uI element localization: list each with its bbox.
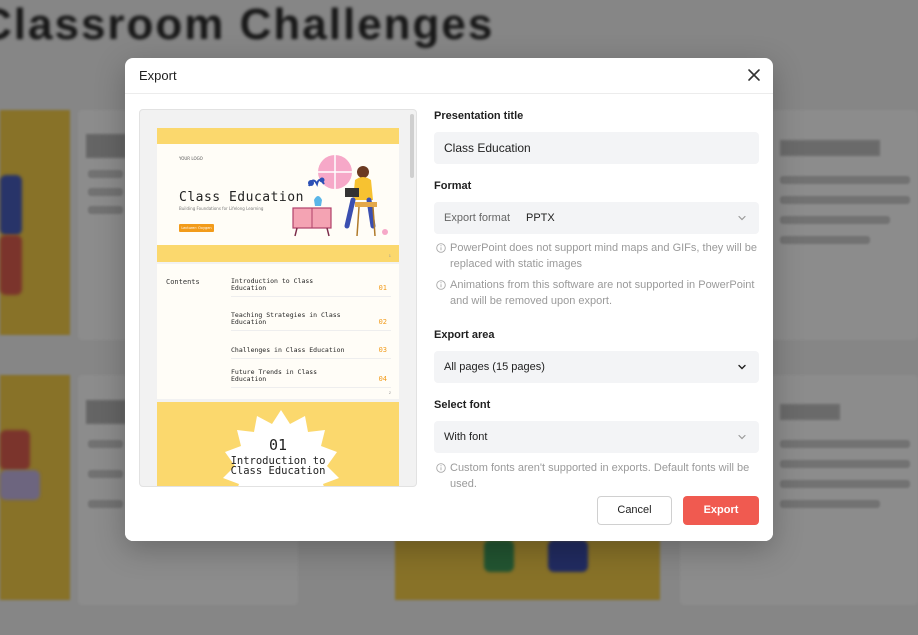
chevron-down-icon xyxy=(738,215,746,221)
slide-logo-text: YOUR LOGO xyxy=(179,156,203,161)
slide-subtitle: Building Foundations for Lifelong Learni… xyxy=(179,206,264,211)
slides-preview[interactable]: YOUR LOGO Class Education Building Found… xyxy=(139,109,417,487)
format-label: Format xyxy=(434,180,472,192)
presentation-title-value: Class Education xyxy=(444,141,531,155)
presentation-title-input[interactable]: Class Education xyxy=(434,132,759,164)
export-format-select[interactable]: Export format PPTX xyxy=(434,202,759,234)
contents-item: Introduction to Class Education 01 xyxy=(231,276,391,297)
font-warning-text: Custom fonts aren't supported in exports… xyxy=(450,462,750,490)
dialog-header: Export xyxy=(125,58,773,94)
section-number: 01 xyxy=(268,436,288,454)
slide-title: Contents xyxy=(166,278,200,286)
slide-title: Class Education xyxy=(179,190,304,205)
close-icon xyxy=(748,69,760,81)
slide-band xyxy=(157,245,399,262)
export-area-select[interactable]: All pages (15 pages) xyxy=(434,351,759,383)
contents-item-text: Teaching Strategies in Class Education xyxy=(231,311,341,326)
contents-item-number: 02 xyxy=(378,318,387,326)
dialog-footer: Cancel Export xyxy=(125,489,773,541)
close-button[interactable] xyxy=(747,68,761,82)
export-area-value: All pages (15 pages) xyxy=(444,361,545,373)
export-area-label: Export area xyxy=(434,329,495,341)
export-dialog: Export YOUR LOGO Class Education Buildin… xyxy=(125,58,773,541)
section-title-line: Class Education xyxy=(230,465,326,477)
preview-slide-contents: Contents Introduction to Class Education… xyxy=(157,264,399,399)
info-icon xyxy=(436,243,446,253)
contents-item-text: Future Trends in Class Education xyxy=(231,368,318,383)
animation-warning-note: Animations from this software are not su… xyxy=(436,277,758,309)
slide-band xyxy=(157,128,399,144)
slide-page-number: 1 xyxy=(388,253,391,258)
section-title: Introduction to Class Education xyxy=(157,456,399,477)
preview-slide-cover: YOUR LOGO Class Education Building Found… xyxy=(157,128,399,262)
preview-scrollbar[interactable] xyxy=(410,114,414,178)
cancel-button[interactable]: Cancel xyxy=(597,496,672,525)
font-select-value: With font xyxy=(444,431,488,443)
contents-item-number: 03 xyxy=(378,346,387,354)
slide-page-number: 2 xyxy=(388,390,391,395)
mindmap-warning-text: PowerPoint does not support mind maps an… xyxy=(450,242,757,270)
contents-item: Future Trends in Class Education 04 xyxy=(231,362,391,388)
info-icon xyxy=(436,463,446,473)
contents-item: Challenges in Class Education 03 xyxy=(231,334,391,359)
presentation-title-label: Presentation title xyxy=(434,110,524,122)
preview-slide-section: 01 Introduction to Class Education xyxy=(157,402,399,486)
font-warning-note: Custom fonts aren't supported in exports… xyxy=(436,460,758,492)
info-icon xyxy=(436,280,446,290)
chevron-down-icon xyxy=(738,364,746,370)
teacher-illustration xyxy=(292,155,388,237)
export-button[interactable]: Export xyxy=(683,496,759,525)
dialog-title: Export xyxy=(139,68,177,83)
chevron-down-icon xyxy=(738,434,746,440)
export-format-value: PPTX xyxy=(526,212,555,224)
font-select[interactable]: With font xyxy=(434,421,759,453)
contents-item-number: 01 xyxy=(378,284,387,292)
contents-item: Teaching Strategies in Class Education 0… xyxy=(231,300,391,331)
export-format-prefix: Export format xyxy=(444,212,511,224)
contents-item-number: 04 xyxy=(378,375,387,383)
animation-warning-text: Animations from this software are not su… xyxy=(450,279,755,307)
select-font-label: Select font xyxy=(434,399,491,411)
contents-item-text: Challenges in Class Education xyxy=(231,346,345,354)
slide-presenter-tag: Lecturer: Oxygen xyxy=(179,224,214,232)
mindmap-warning-note: PowerPoint does not support mind maps an… xyxy=(436,240,758,272)
contents-item-text: Introduction to Class Education xyxy=(231,277,314,292)
